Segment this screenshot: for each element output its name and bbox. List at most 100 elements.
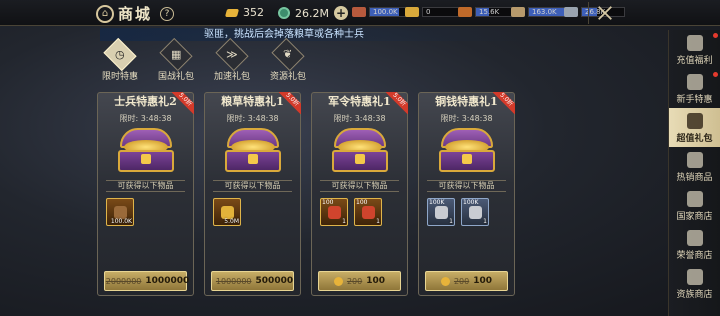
- currency-icon: [440, 276, 450, 286]
- page-title: 商城: [118, 5, 153, 23]
- clock-icon-glyph: ◷: [115, 47, 125, 61]
- offer-timer: 限时: 3:48:38: [440, 114, 493, 123]
- resource-bar: 0: [405, 7, 466, 17]
- original-price: 1000000: [215, 276, 252, 286]
- add-coin-button[interactable]: +: [333, 6, 348, 20]
- coin-amount: 26.2M: [295, 6, 329, 20]
- gold-amount: 352: [243, 6, 264, 19]
- sale-price: 100: [473, 276, 493, 286]
- buy-button[interactable]: 1000000 500000: [211, 271, 294, 291]
- sale-price: 500000: [255, 276, 294, 286]
- resource-icon: [352, 7, 366, 17]
- notification-dot: [713, 33, 718, 38]
- resource-icon: [564, 7, 578, 17]
- sidebar-icon: [686, 74, 703, 90]
- discount-label: 5.0折: [386, 92, 408, 114]
- reward-item[interactable]: 100 1: [354, 198, 382, 226]
- tab-speed[interactable]: ≫ 加速礼包: [207, 37, 257, 82]
- top-bar: ⌂ 商城 ? 352 26.2M + 100.0K 0 15.6K 163.0K 26.…: [0, 0, 720, 26]
- coin-resource: 26.2M +: [278, 6, 348, 20]
- reward-tag: 100: [322, 199, 334, 206]
- sidebar-item-label: 新手特惠: [676, 95, 713, 105]
- discount-ribbon: 5.0折: [386, 92, 408, 114]
- buy-button[interactable]: 200 100: [318, 271, 401, 291]
- category-tabs: ◷ 限时特惠 ▦ 国战礼包 ≫ 加速礼包 ❦ 资源礼包: [95, 37, 313, 82]
- reward-item[interactable]: 5.0M: [213, 198, 241, 226]
- sidebar-item[interactable]: 热销商品: [669, 147, 720, 186]
- reward-items: 100K 1 100K 1: [419, 192, 514, 226]
- leaf-icon: ❦: [271, 37, 305, 72]
- speed-icon-glyph: ≫: [226, 47, 238, 61]
- close-icon: [597, 6, 612, 20]
- reward-item-icon: [362, 206, 375, 219]
- sidebar-item[interactable]: 新手特惠: [669, 69, 720, 108]
- offer-timer: 限时: 3:48:38: [226, 114, 279, 123]
- reward-items: 100 1 100 1: [312, 192, 407, 226]
- tab-label: 国战礼包: [157, 72, 194, 82]
- reward-item-icon: [435, 206, 448, 219]
- close-button[interactable]: [588, 2, 620, 24]
- sidebar-icon: [686, 230, 703, 246]
- reward-item[interactable]: 100K 1: [427, 198, 455, 226]
- discount-ribbon: 5.0折: [172, 92, 194, 114]
- grid-icon: ▦: [159, 37, 193, 72]
- reward-count: 1: [483, 218, 487, 225]
- offer-card[interactable]: 5.0折 铜钱特惠礼1 限时: 3:48:38 可获得以下物品 100K 1 100K 1 20…: [418, 92, 515, 296]
- buy-button[interactable]: 200 100: [425, 271, 508, 291]
- speed-icon: ≫: [215, 37, 249, 72]
- resource-icon: [458, 7, 472, 17]
- sale-price: 1000000: [145, 276, 190, 286]
- gold-resource: 352: [224, 6, 264, 19]
- sidebar-item-label: 国家商店: [676, 212, 713, 222]
- discount-label: 5.0折: [493, 92, 515, 114]
- resource-value: 100.0K: [373, 8, 398, 16]
- treasure-chest-icon: [438, 128, 495, 174]
- reward-tag: 100K: [429, 199, 445, 206]
- resource-bar: 15.6K: [458, 7, 519, 17]
- resource-bar: 163.0K: [511, 7, 572, 17]
- resource-bar: 100.0K: [352, 7, 413, 17]
- sidebar-item[interactable]: 国家商店: [669, 186, 720, 225]
- sidebar-item[interactable]: 超值礼包: [669, 108, 720, 147]
- gain-label: 可获得以下物品: [427, 180, 506, 192]
- gain-label: 可获得以下物品: [106, 180, 185, 192]
- original-price: 200: [346, 276, 363, 286]
- offer-card[interactable]: 5.0折 士兵特惠礼2 限时: 3:48:38 可获得以下物品 100.0K 200000…: [97, 92, 194, 296]
- sidebar-icon: [686, 269, 703, 285]
- tab-leaf[interactable]: ❦ 资源礼包: [263, 37, 313, 82]
- offer-card[interactable]: 5.0折 军令特惠礼1 限时: 3:48:38 可获得以下物品 100 1 100 1 200 1…: [311, 92, 408, 296]
- sidebar-icon: [686, 152, 703, 168]
- reward-item[interactable]: 100K 1: [461, 198, 489, 226]
- reward-item-icon: [469, 206, 482, 219]
- reward-item[interactable]: 100 1: [320, 198, 348, 226]
- sidebar-item[interactable]: 资族商店: [669, 264, 720, 303]
- gain-label: 可获得以下物品: [320, 180, 399, 192]
- reward-count: 1: [376, 218, 380, 225]
- coin-icon: [278, 7, 290, 19]
- help-icon[interactable]: ?: [160, 6, 175, 21]
- discount-label: 5.0折: [172, 92, 194, 114]
- resource-value: 15.6K: [479, 8, 500, 16]
- sidebar-item-label: 充值福利: [676, 56, 713, 66]
- discount-ribbon: 5.0折: [279, 92, 301, 114]
- resource-icon: [405, 7, 419, 17]
- reward-item[interactable]: 100.0K: [106, 198, 134, 226]
- leaf-icon-glyph: ❦: [283, 48, 293, 61]
- treasure-chest-icon: [117, 128, 174, 174]
- shop-icon: ⌂: [96, 4, 114, 23]
- notification-dot: [713, 72, 718, 77]
- discount-label: 5.0折: [279, 92, 301, 114]
- sidebar-item[interactable]: 荣誉商店: [669, 225, 720, 264]
- announcement-marquee: 驱匪，挑战后会掉落粮草或各种士兵: [100, 28, 530, 41]
- tab-label: 资源礼包: [269, 72, 306, 82]
- sidebar-item-label: 资族商店: [676, 290, 713, 300]
- offer-card[interactable]: 5.0折 粮草特惠礼1 限时: 3:48:38 可获得以下物品 5.0M 1000000 5…: [204, 92, 301, 296]
- tab-grid[interactable]: ▦ 国战礼包: [151, 37, 201, 82]
- reward-item-icon: [328, 206, 341, 219]
- tab-label: 加速礼包: [213, 72, 250, 82]
- tab-clock[interactable]: ◷ 限时特惠: [95, 37, 145, 82]
- sidebar-item[interactable]: 充值福利: [669, 30, 720, 69]
- buy-button[interactable]: 2000000 1000000: [104, 271, 190, 291]
- grid-icon-glyph: ▦: [170, 48, 182, 61]
- shop-title: ⌂ 商城 ?: [96, 3, 175, 24]
